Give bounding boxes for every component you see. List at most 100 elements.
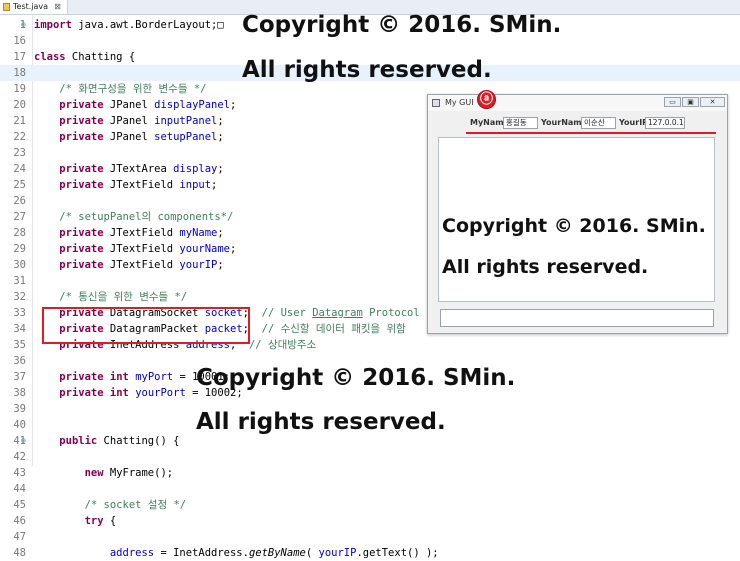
code-token: JTextArea [103,163,174,175]
minimize-button[interactable]: ▭ [664,97,681,107]
code-token: Chatting { [65,51,136,63]
line-number: 17 [13,51,26,63]
fold-marker-icon[interactable]: ⊖ [21,433,26,449]
setup-panel-underline [466,132,716,134]
keyword: private [59,115,104,127]
my-gui-window: My GUI ⓐ ▭ ▣ ✕ MyName 홍길동 YourName 이순신 Y… [427,90,728,334]
comment: /* 통신을 위한 변수들 */ [59,291,188,303]
fold-marker-icon[interactable]: ⊕ [21,17,26,33]
keyword: private [59,259,104,271]
keyword: try [84,515,104,527]
code-text: new MyFrame(); [34,465,174,481]
code-token: ; [211,179,218,191]
line-number: 46 [13,515,26,527]
comment: /* 화면구성을 위한 변수들 */ [59,83,207,95]
line-number: 32 [13,291,26,303]
port-fields-highlight-box [42,307,250,344]
comment: // 수신할 데이터 패킷을 위함 [248,323,406,335]
line-number: 47 [13,531,26,543]
keyword: import [34,19,72,31]
close-window-button[interactable]: ✕ [700,97,725,107]
maximize-button[interactable]: ▣ [682,97,699,107]
code-token: ; [217,227,224,239]
comment: Datagram [312,307,363,319]
code-token: JTextField [103,259,180,271]
code-line: 44 [0,481,740,497]
code-token: JTextField [103,227,180,239]
code-text: private JPanel inputPanel; [34,113,224,129]
code-token: ( [305,547,319,559]
yourip-label: YourIP [619,118,649,127]
field-name: yourPort [135,387,186,399]
code-token: ; [217,115,224,127]
code-token: JTextField [103,179,180,191]
keyword: private [59,179,104,191]
gui-title-bar[interactable]: My GUI ⓐ ▭ ▣ ✕ [428,90,727,111]
line-number: 24 [13,163,26,175]
annotation-badge-a: ⓐ [477,90,496,109]
java-file-icon [3,3,10,11]
code-token: ; [217,259,224,271]
yourip-field[interactable]: 127.0.0.1 [645,117,685,129]
field-name: inputPanel [154,115,218,127]
code-text: /* 통신을 위한 변수들 */ [34,289,187,305]
code-token: ; [230,99,237,111]
line-number: 34 [13,323,26,335]
line-number: 28 [13,227,26,239]
close-icon[interactable]: ⊠ [54,0,61,14]
keyword: new [84,467,104,479]
code-token: JPanel [103,131,155,143]
keyword: int [109,387,129,399]
comment: Protocol [362,307,420,319]
line-number: 33 [13,307,26,319]
code-text: private JPanel displayPanel; [34,97,236,113]
yourname-field[interactable]: 이순신 [581,117,616,129]
field-name: input [179,179,212,191]
line-number: 31 [13,275,26,287]
field-name: yourName [179,243,230,255]
comment: /* setupPanel의 components*/ [59,211,234,223]
line-number: 21 [13,115,26,127]
watermark-gui-line1: Copyright © 2016. SMin. [442,215,706,237]
code-line: 42 [0,449,740,465]
line-number: 25 [13,179,26,191]
code-token: JTextField [103,243,180,255]
line-number: 35 [13,339,26,351]
code-token: JPanel [103,115,155,127]
code-text: /* socket 설정 */ [34,497,187,513]
watermark-top-line2: All rights reserved. [242,57,492,83]
code-line: 46 try { [0,513,740,529]
keyword: int [109,371,129,383]
tab-test-java[interactable]: Test.java ⊠ [0,0,68,14]
field-name: yourIP [318,547,357,559]
myname-field[interactable]: 홍길동 [503,117,538,129]
keyword: public [59,435,98,447]
input-textfield[interactable] [440,309,714,327]
field-name: displayPanel [154,99,230,111]
tab-label: Test.java [13,2,49,11]
watermark-gui-line2: All rights reserved. [442,256,649,278]
comment: /* socket 설정 */ [84,499,187,511]
line-number: 39 [13,403,26,415]
line-number: 19 [13,83,26,95]
code-token: ; [230,243,237,255]
line-number: 38 [13,387,26,399]
code-text: /* 화면구성을 위한 변수들 */ [34,81,206,97]
field-name: myPort [135,371,174,383]
code-text: private JPanel setupPanel; [34,129,223,145]
java-window-icon [432,99,440,107]
code-text: class Chatting { [34,49,135,65]
code-line: 48 address = InetAddress.getByName( your… [0,545,740,561]
line-number: 18 [13,67,26,79]
